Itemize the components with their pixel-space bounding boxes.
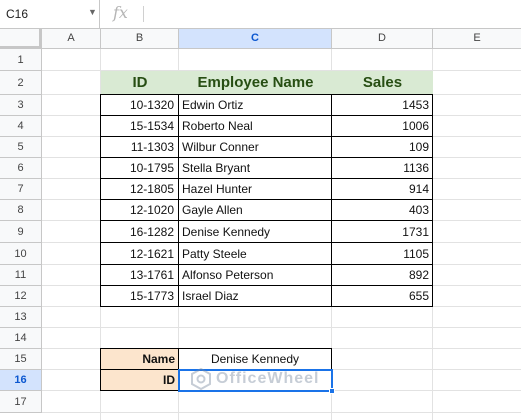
table-row-2-id[interactable]: 15-1534: [100, 116, 179, 137]
table-row-8-name[interactable]: Patty Steele: [179, 243, 332, 265]
column-header-c[interactable]: C: [179, 29, 332, 49]
table-row-1-name[interactable]: Edwin Ortiz: [179, 95, 332, 116]
row-header-1[interactable]: 1: [0, 49, 42, 71]
table-row-5-id[interactable]: 12-1805: [100, 179, 179, 200]
table-row-4-id[interactable]: 10-1795: [100, 158, 179, 179]
table-row-4-sales[interactable]: 1136: [332, 158, 433, 179]
table-row-6-id[interactable]: 12-1020: [100, 200, 179, 221]
row-header-9[interactable]: 9: [0, 221, 42, 243]
row-header-4[interactable]: 4: [0, 116, 42, 137]
table-row-3-id[interactable]: 11-1303: [100, 137, 179, 158]
lookup-name-label[interactable]: Name: [101, 349, 179, 370]
table-row-8-id[interactable]: 12-1621: [100, 243, 179, 265]
row-header-5[interactable]: 5: [0, 137, 42, 158]
row-header-8[interactable]: 8: [0, 200, 42, 221]
table-row-8-sales[interactable]: 1105: [332, 243, 433, 265]
table-row-10-id[interactable]: 15-1773: [100, 286, 179, 307]
table-top-border: [100, 94, 433, 95]
name-box[interactable]: C16 ▼: [0, 0, 100, 28]
table-row-9-sales[interactable]: 892: [332, 265, 433, 286]
table-row-6-name[interactable]: Gayle Allen: [179, 200, 332, 221]
fill-handle[interactable]: [329, 388, 335, 394]
row-header-14[interactable]: 14: [0, 328, 42, 349]
table-row-7-name[interactable]: Denise Kennedy: [179, 221, 332, 243]
table-row-10-name[interactable]: Israel Diaz: [179, 286, 332, 307]
name-box-value: C16: [6, 7, 29, 21]
formula-divider: [143, 6, 144, 22]
table-row-1-id[interactable]: 10-1320: [100, 95, 179, 116]
officewheel-logo-icon: [191, 368, 211, 390]
row-header-13[interactable]: 13: [0, 307, 42, 328]
fx-icon: fx: [113, 3, 128, 22]
table-row-7-id[interactable]: 16-1282: [100, 221, 179, 243]
table-row-9-name[interactable]: Alfonso Peterson: [179, 265, 332, 286]
row-header-7[interactable]: 7: [0, 179, 42, 200]
row-header-2[interactable]: 2: [0, 71, 42, 95]
table-row-10-sales[interactable]: 655: [332, 286, 433, 307]
table-header-employee-name[interactable]: Employee Name: [179, 71, 332, 95]
table-header-id[interactable]: ID: [101, 71, 179, 95]
chevron-down-icon[interactable]: ▼: [88, 7, 97, 17]
column-header-a[interactable]: A: [42, 29, 101, 49]
table-left-border: [100, 94, 101, 307]
table-row-2-sales[interactable]: 1006: [332, 116, 433, 137]
row-header-17[interactable]: 17: [0, 391, 42, 413]
table-row-2-name[interactable]: Roberto Neal: [179, 116, 332, 137]
column-header-d[interactable]: D: [332, 29, 433, 49]
row-header-12[interactable]: 12: [0, 286, 42, 307]
table-row-5-sales[interactable]: 914: [332, 179, 433, 200]
row-header-16[interactable]: 16: [0, 370, 42, 391]
row-header-11[interactable]: 11: [0, 265, 42, 286]
row-header-3[interactable]: 3: [0, 95, 42, 116]
table-row-7-sales[interactable]: 1731: [332, 221, 433, 243]
row-header-10[interactable]: 10: [0, 243, 42, 265]
watermark: OfficeWheel: [190, 366, 319, 392]
row-header-6[interactable]: 6: [0, 158, 42, 179]
table-header-sales[interactable]: Sales: [332, 71, 433, 95]
formula-input[interactable]: [150, 0, 521, 28]
lookup-id-label[interactable]: ID: [101, 370, 179, 391]
table-row-9-id[interactable]: 13-1761: [100, 265, 179, 286]
table-row-1-sales[interactable]: 1453: [332, 95, 433, 116]
column-header-e[interactable]: E: [433, 29, 521, 49]
table-row-3-name[interactable]: Wilbur Conner: [179, 137, 332, 158]
table-row-3-sales[interactable]: 109: [332, 137, 433, 158]
table-row-4-name[interactable]: Stella Bryant: [179, 158, 332, 179]
column-header-b[interactable]: B: [101, 29, 179, 49]
table-row-5-name[interactable]: Hazel Hunter: [179, 179, 332, 200]
select-all-corner[interactable]: [0, 29, 42, 49]
table-row-6-sales[interactable]: 403: [332, 200, 433, 221]
watermark-text: OfficeWheel: [216, 370, 320, 387]
row-header-15[interactable]: 15: [0, 349, 42, 370]
formula-bar: C16 ▼ fx: [0, 0, 521, 29]
